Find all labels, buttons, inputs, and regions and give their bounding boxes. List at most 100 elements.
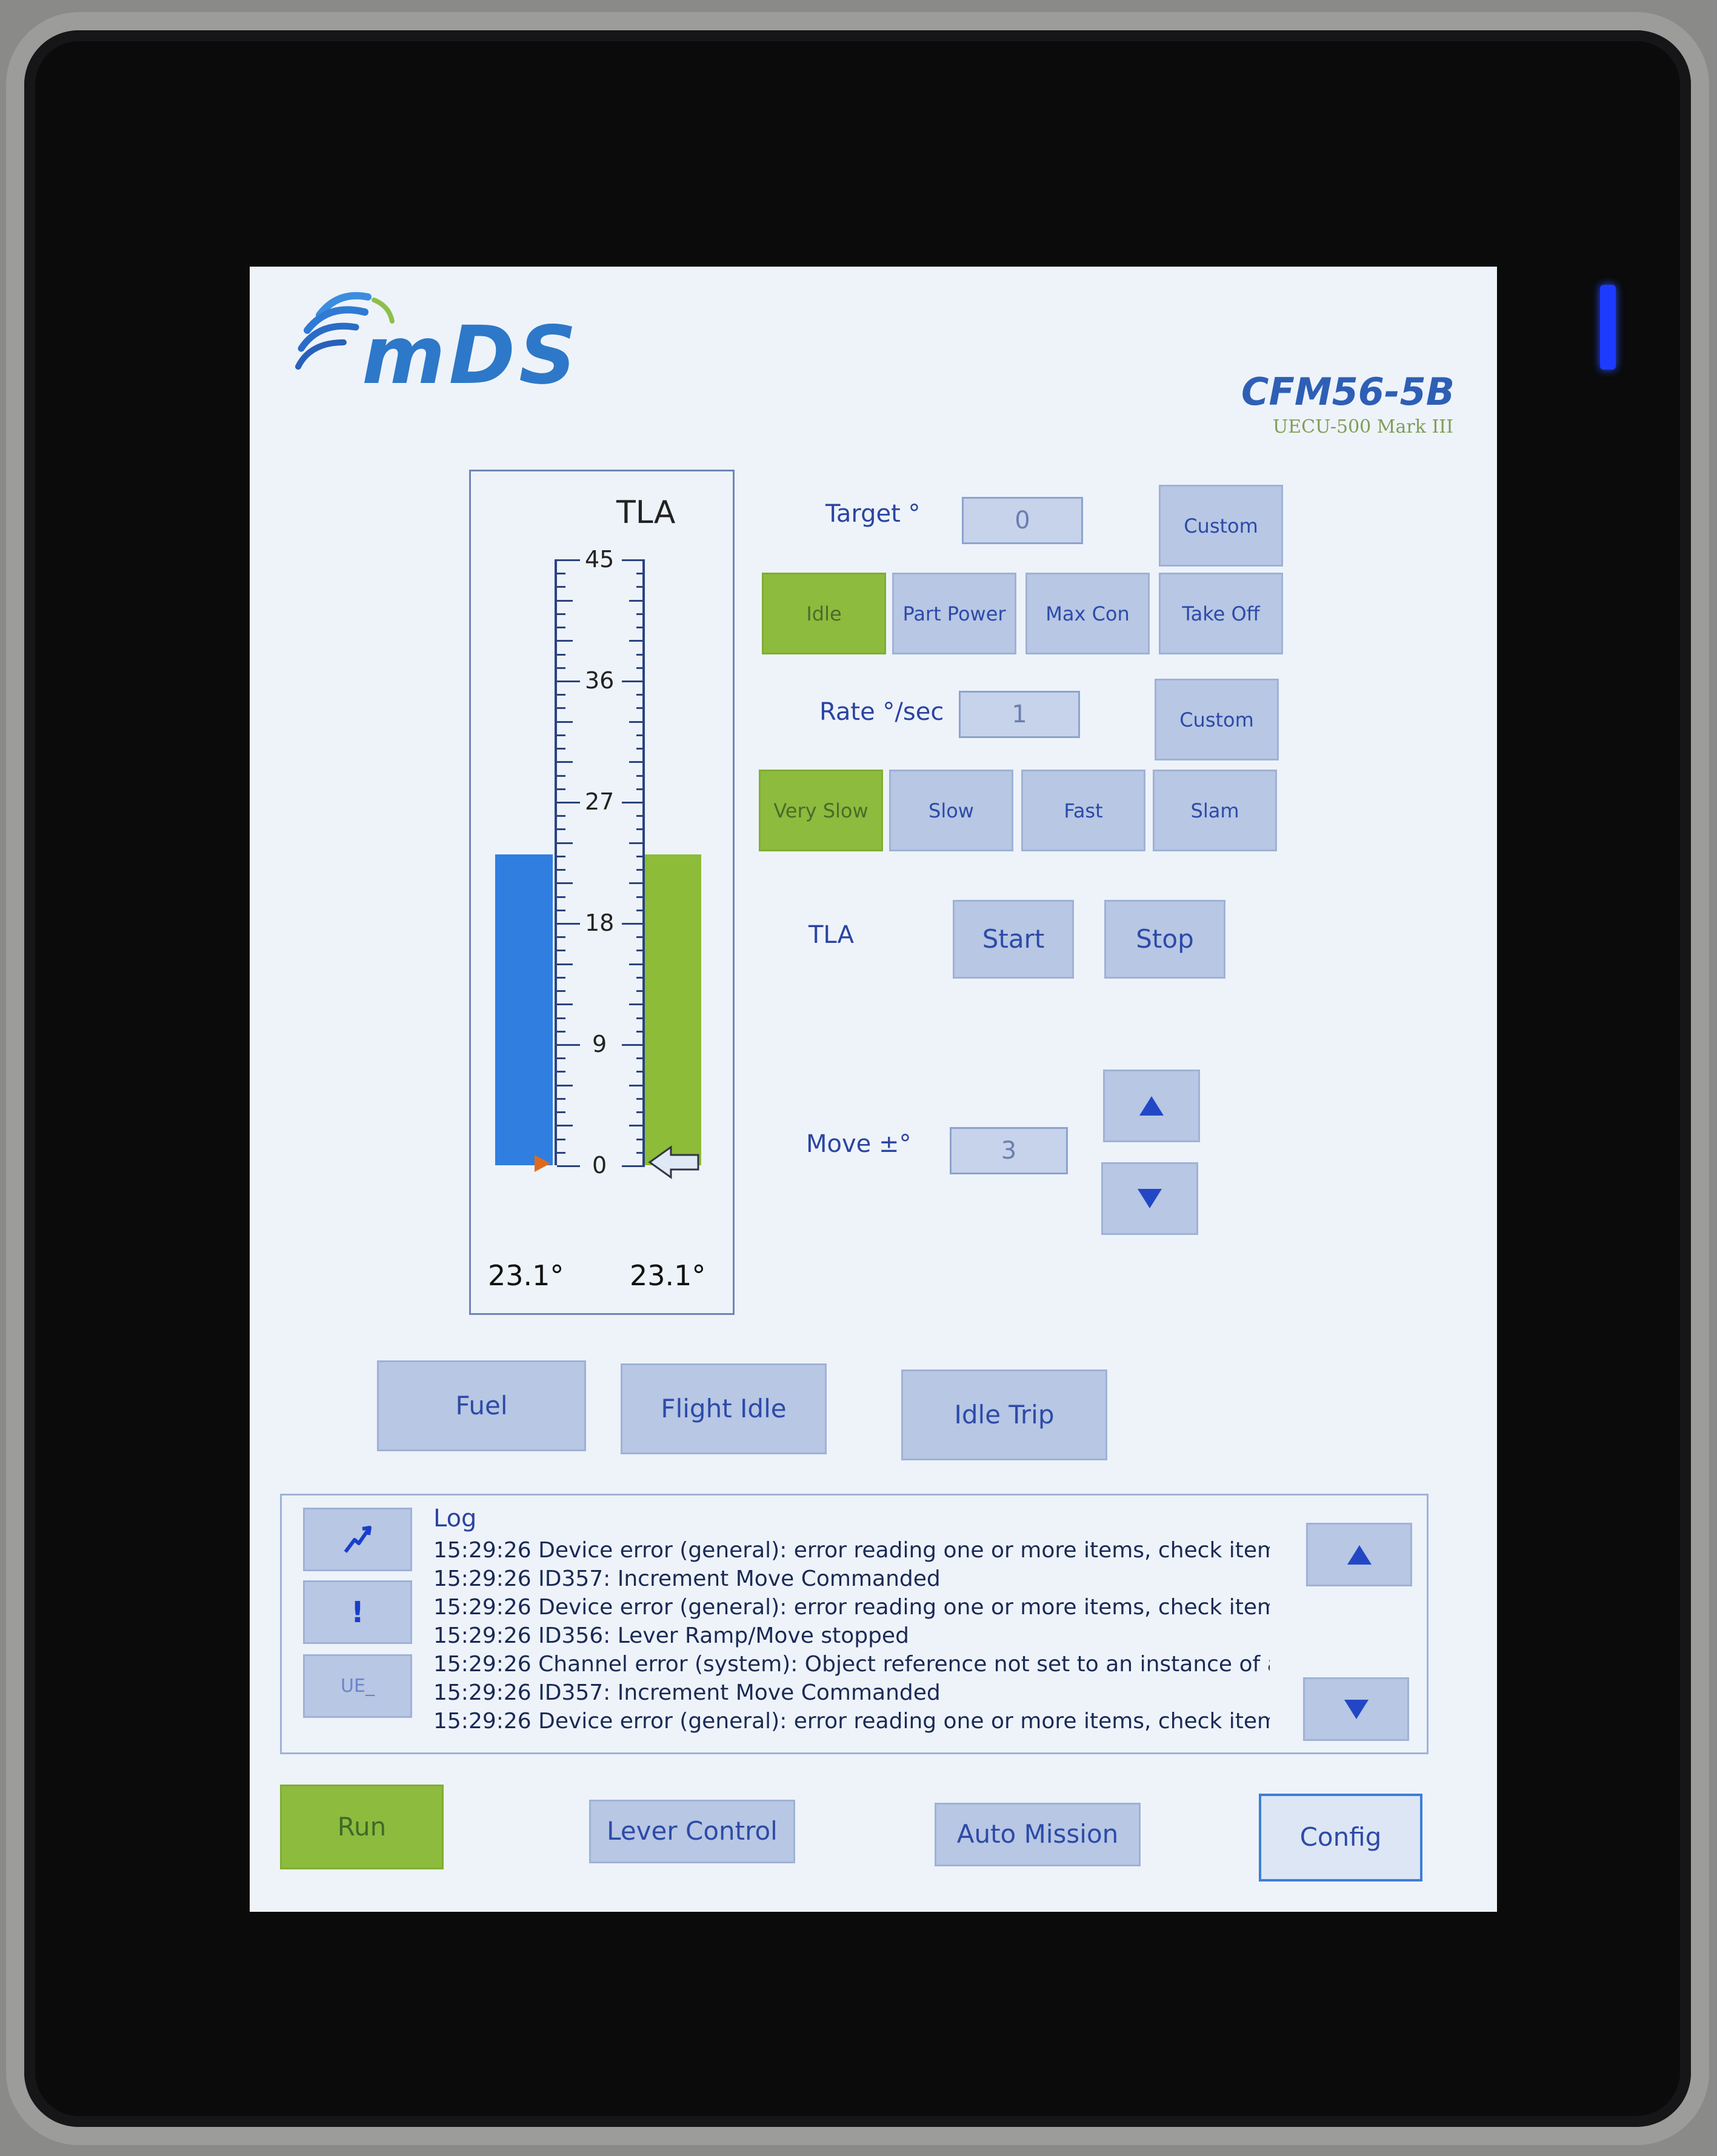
rate-very-slow-button[interactable]: Very Slow bbox=[759, 770, 883, 851]
gauge-tick bbox=[557, 694, 565, 696]
actual-marker-icon bbox=[535, 1155, 550, 1172]
log-scroll-down-button[interactable] bbox=[1303, 1677, 1409, 1741]
flight-idle-button[interactable]: Flight Idle bbox=[621, 1363, 827, 1454]
gauge-tick-label: 18 bbox=[585, 910, 615, 936]
gauge-tick bbox=[557, 936, 565, 939]
gauge-tick bbox=[557, 774, 565, 777]
gauge-tick bbox=[557, 842, 573, 844]
gauge-tick bbox=[557, 828, 565, 831]
nav-lever-control-button[interactable]: Lever Control bbox=[589, 1800, 795, 1863]
tla-gauge: TLA 45 36 27 18 9 0 23.1° 23.1° bbox=[469, 470, 735, 1315]
gauge-tick bbox=[629, 720, 645, 723]
idle-trip-button[interactable]: Idle Trip bbox=[901, 1369, 1107, 1460]
rate-custom-button[interactable]: Custom bbox=[1155, 679, 1279, 760]
gauge-tick bbox=[557, 950, 565, 952]
move-up-button[interactable] bbox=[1103, 1070, 1200, 1142]
gauge-tick bbox=[557, 1003, 573, 1006]
gauge-tick bbox=[636, 855, 645, 857]
gauge-tick bbox=[636, 1057, 645, 1060]
gauge-tick bbox=[557, 815, 565, 817]
gauge-tick bbox=[557, 734, 565, 736]
preset-take-off-button[interactable]: Take Off bbox=[1159, 573, 1283, 654]
gauge-tick bbox=[557, 1030, 565, 1033]
gauge-tick-label: 45 bbox=[585, 546, 615, 573]
ue-button[interactable]: UE_ bbox=[303, 1654, 412, 1718]
gauge-tick bbox=[636, 1071, 645, 1073]
gauge-tick bbox=[636, 896, 645, 898]
log-line: 15:29:26 ID357: Increment Move Commanded bbox=[433, 1680, 941, 1705]
gauge-tick bbox=[557, 613, 565, 615]
gauge-tick bbox=[636, 774, 645, 777]
gauge-tick bbox=[557, 748, 565, 750]
gauge-tick bbox=[636, 990, 645, 993]
gauge-tick-label: 27 bbox=[585, 788, 615, 815]
rate-slow-button[interactable]: Slow bbox=[889, 770, 1013, 851]
target-custom-button[interactable]: Custom bbox=[1159, 485, 1283, 567]
gauge-tick bbox=[557, 1084, 573, 1086]
alerts-button[interactable]: ! bbox=[303, 1580, 412, 1644]
log-line: 15:29:26 Device error (general): error r… bbox=[433, 1709, 1270, 1734]
log-line: 15:29:26 Device error (general): error r… bbox=[433, 1595, 1270, 1620]
tla-stop-button[interactable]: Stop bbox=[1104, 900, 1225, 979]
gauge-tick bbox=[636, 694, 645, 696]
gauge-tick bbox=[636, 613, 645, 615]
gauge-tick bbox=[629, 599, 645, 602]
exclamation-icon: ! bbox=[351, 1595, 364, 1629]
log-panel: ! UE_ Log 15:29:26 Device error (general… bbox=[280, 1494, 1429, 1754]
demand-pointer-icon bbox=[648, 1145, 699, 1179]
preset-max-con-button[interactable]: Max Con bbox=[1025, 573, 1150, 654]
preset-part-power-button[interactable]: Part Power bbox=[892, 573, 1016, 654]
tla-start-button[interactable]: Start bbox=[953, 900, 1074, 979]
brand-logo-text: mDS bbox=[362, 309, 581, 402]
gauge-tick bbox=[557, 1125, 573, 1127]
move-down-button[interactable] bbox=[1101, 1162, 1198, 1235]
rate-slam-button[interactable]: Slam bbox=[1153, 770, 1277, 851]
gauge-tick bbox=[557, 1071, 565, 1073]
move-input[interactable]: 3 bbox=[950, 1127, 1068, 1174]
gauge-tick bbox=[557, 1151, 565, 1154]
arrow-down-icon bbox=[1138, 1189, 1162, 1208]
gauge-tick bbox=[557, 923, 580, 925]
left-scale-line bbox=[555, 559, 557, 1165]
nav-auto-mission-button[interactable]: Auto Mission bbox=[935, 1803, 1141, 1866]
gauge-tick bbox=[636, 1017, 645, 1019]
gauge-tick bbox=[622, 680, 645, 682]
gauge-tick bbox=[557, 802, 580, 804]
fuel-button[interactable]: Fuel bbox=[377, 1360, 586, 1451]
touch-screen: mDS CFM56-5B UECU-500 Mark III TLA 45 36 2… bbox=[250, 267, 1497, 1912]
log-scroll-up-button[interactable] bbox=[1306, 1523, 1412, 1586]
gauge-tick bbox=[557, 976, 565, 979]
gauge-tick bbox=[557, 1057, 565, 1060]
gauge-tick bbox=[622, 1165, 645, 1167]
arrow-up-icon bbox=[1139, 1096, 1164, 1116]
gauge-tick bbox=[636, 586, 645, 588]
log-line: 15:29:26 Device error (general): error r… bbox=[433, 1538, 1270, 1563]
gauge-tick bbox=[557, 1111, 565, 1114]
target-input[interactable]: 0 bbox=[962, 497, 1083, 544]
gauge-tick bbox=[629, 1125, 645, 1127]
gauge-tick bbox=[557, 653, 565, 656]
nav-config-button[interactable]: Config bbox=[1259, 1794, 1422, 1882]
tla-demand-bar bbox=[644, 854, 701, 1165]
rate-input[interactable]: 1 bbox=[959, 691, 1080, 738]
target-label: Target ° bbox=[825, 500, 921, 528]
tla-actual-bar bbox=[495, 854, 553, 1165]
gauge-tick bbox=[557, 586, 565, 588]
gauge-tick bbox=[557, 599, 573, 602]
preset-idle-button[interactable]: Idle bbox=[762, 573, 886, 654]
gauge-tick bbox=[557, 1097, 565, 1100]
gauge-tick bbox=[636, 936, 645, 939]
nav-run-button[interactable]: Run bbox=[280, 1785, 444, 1869]
gauge-tick bbox=[636, 734, 645, 736]
connection-button[interactable] bbox=[303, 1508, 412, 1571]
gauge-tick bbox=[636, 976, 645, 979]
log-line: 15:29:26 ID356: Lever Ramp/Move stopped bbox=[433, 1623, 909, 1648]
power-led bbox=[1600, 285, 1616, 370]
gauge-tick bbox=[636, 828, 645, 831]
gauge-tick bbox=[557, 720, 573, 723]
gauge-tick bbox=[629, 761, 645, 764]
rate-fast-button[interactable]: Fast bbox=[1021, 770, 1145, 851]
gauge-tick bbox=[557, 640, 573, 642]
gauge-tick bbox=[557, 963, 573, 965]
gauge-tick bbox=[636, 1151, 645, 1154]
